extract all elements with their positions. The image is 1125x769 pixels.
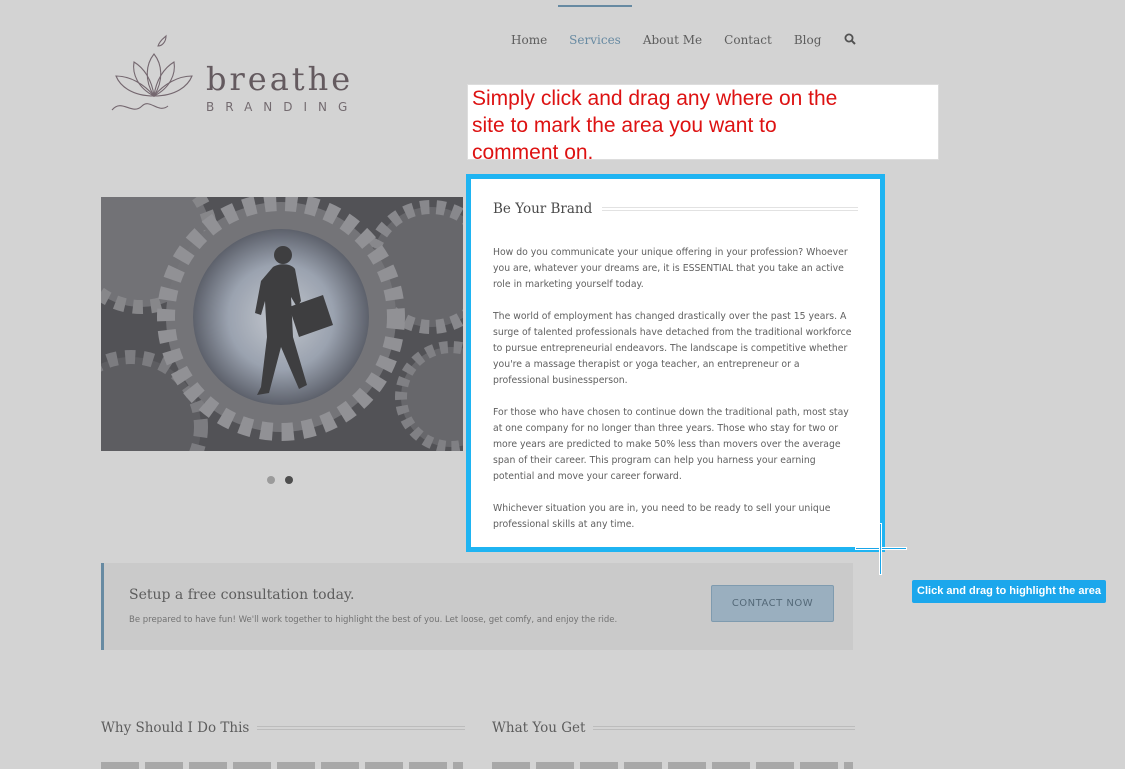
why-section-text-cutoff [101, 762, 463, 769]
title-divider [602, 207, 858, 211]
card-paragraph-1: How do you communicate your unique offer… [493, 247, 848, 290]
what-section-text-cutoff [492, 762, 853, 769]
cta-title: Setup a free consultation today. [129, 587, 355, 603]
main-nav: Home Services About Me Contact Blog [500, 0, 862, 80]
contact-now-button[interactable]: CONTACT NOW [711, 585, 834, 622]
consultation-cta: Setup a free consultation today. Be prep… [101, 563, 853, 650]
what-section-title: What You Get [492, 720, 856, 736]
nav-item-contact[interactable]: Contact [713, 0, 783, 80]
slider-dot-2[interactable] [285, 476, 293, 484]
lotus-logo-icon [111, 34, 193, 111]
instruction-line-3: comment on. [472, 141, 594, 164]
slider-dot-1[interactable] [267, 476, 275, 484]
highlighted-content-card[interactable]: Be Your Brand How do you communicate you… [466, 174, 885, 552]
card-paragraph-2: The world of employment has changed dras… [493, 311, 852, 386]
slider-dots [267, 476, 293, 484]
why-divider [257, 726, 466, 730]
nav-item-services[interactable]: Services [558, 0, 632, 80]
instruction-box: Simply click and drag any where on the s… [467, 84, 939, 164]
instruction-line-1: Simply click and drag any where on the [472, 87, 838, 110]
card-title: Be Your Brand [493, 201, 593, 217]
gears-businessman-image [101, 197, 463, 451]
why-title: Why Should I Do This [101, 720, 250, 736]
what-title: What You Get [492, 720, 586, 736]
crosshair-cursor-vertical [879, 523, 882, 575]
card-paragraph-4: Whichever situation you are in, you need… [493, 503, 831, 530]
what-divider [593, 726, 856, 730]
cta-text: Be prepared to have fun! We'll work toge… [129, 615, 618, 625]
drag-tooltip: Click and drag to highlight the area [912, 580, 1106, 603]
card-paragraph-3: For those who have chosen to continue do… [493, 407, 849, 482]
image-slider[interactable] [101, 197, 463, 451]
nav-item-blog[interactable]: Blog [783, 0, 833, 80]
search-icon[interactable] [832, 0, 862, 80]
nav-item-home[interactable]: Home [500, 0, 558, 80]
why-section-title: Why Should I Do This [101, 720, 466, 736]
site-logo[interactable]: breathe BRANDING [108, 34, 368, 124]
logo-wordmark: breathe [206, 60, 354, 98]
nav-item-about-me[interactable]: About Me [632, 0, 713, 80]
card-section-title: Be Your Brand [493, 201, 858, 217]
logo-subtitle: BRANDING [206, 100, 359, 114]
instruction-line-2: site to mark the area you want to [472, 114, 777, 137]
